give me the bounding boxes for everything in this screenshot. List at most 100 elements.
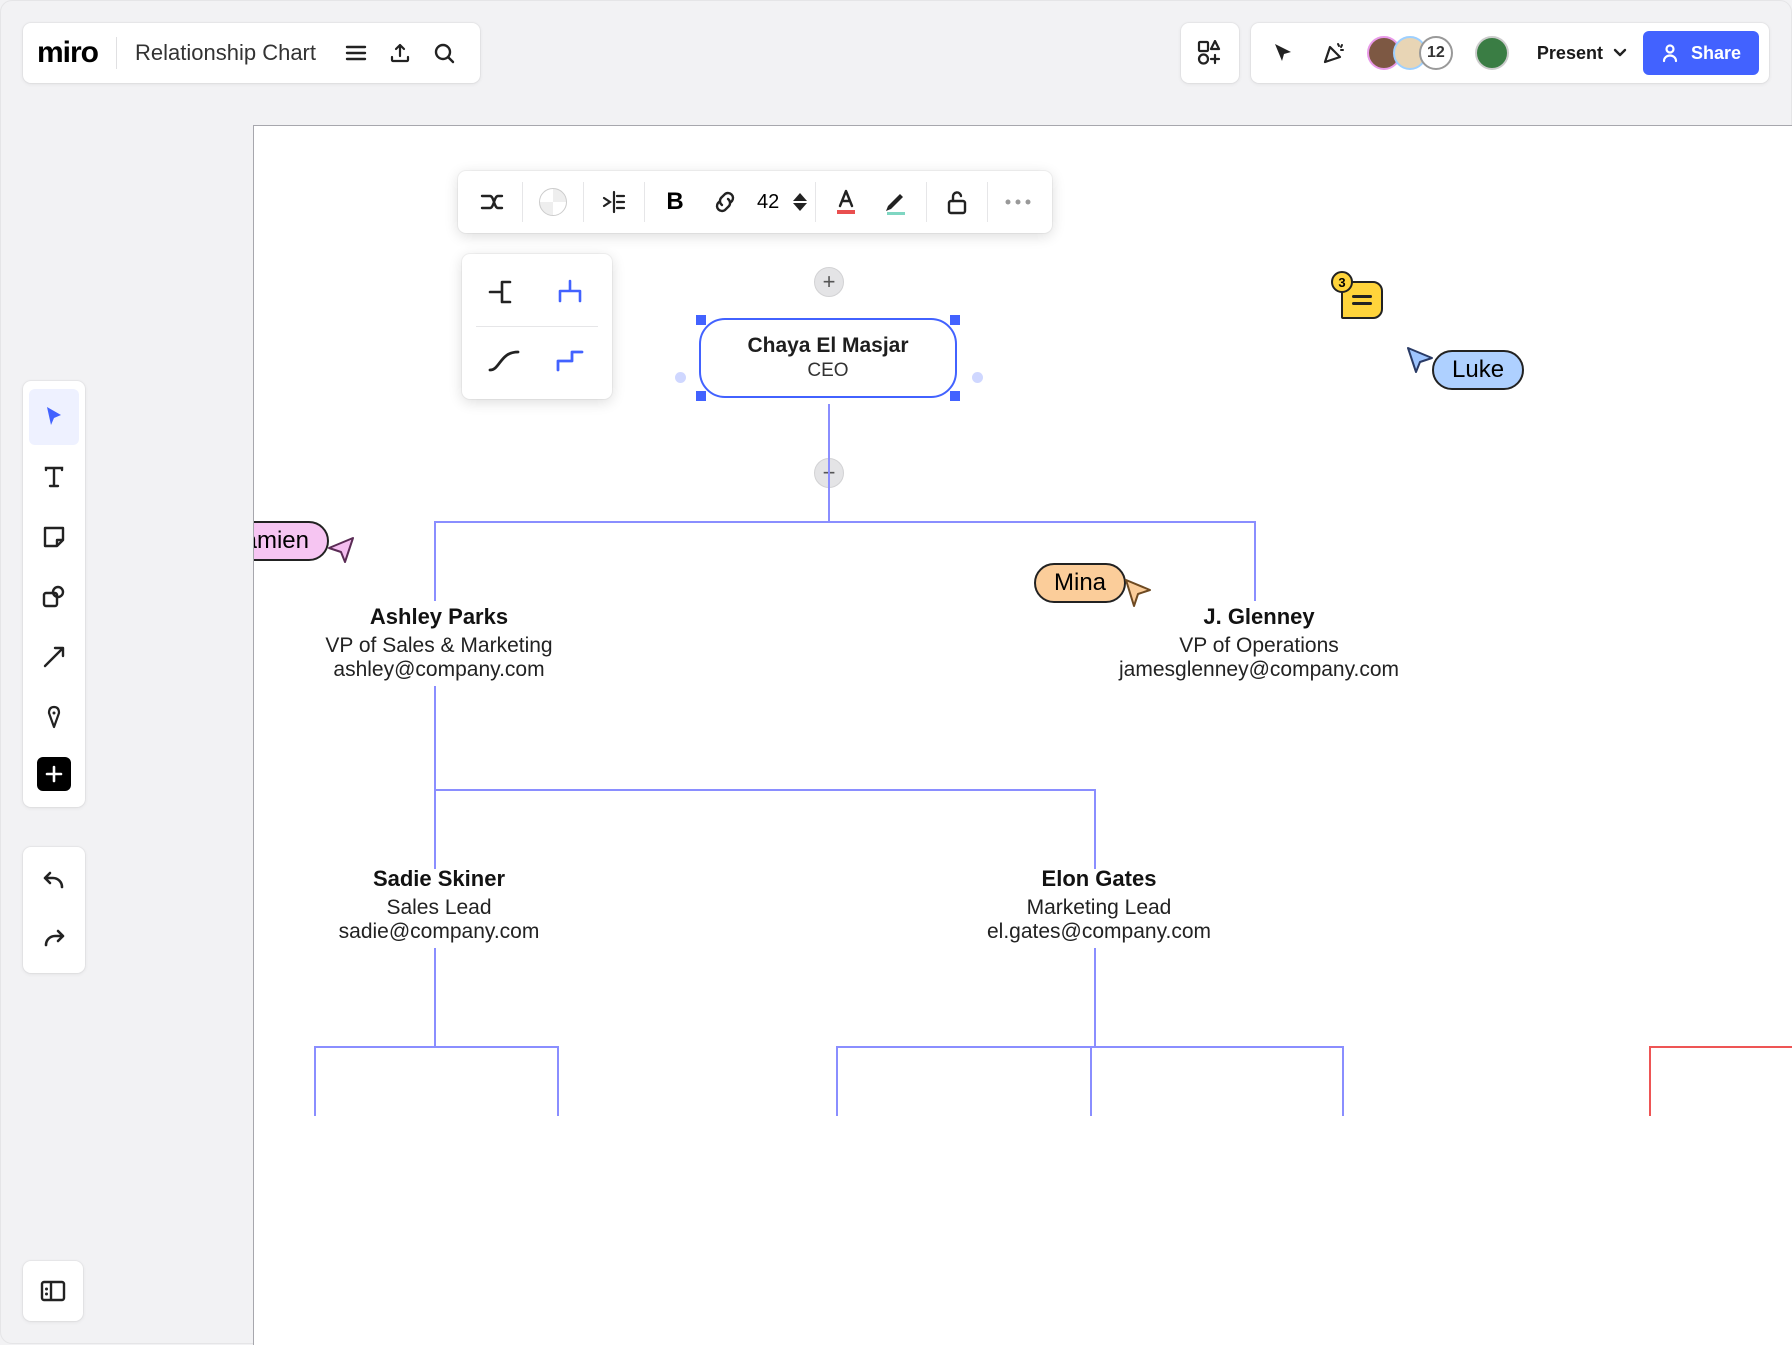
present-button[interactable]: Present [1523,31,1637,75]
node-email: el.gates@company.com [969,920,1229,944]
line-style-elbow[interactable] [548,343,592,379]
export-button[interactable] [378,31,422,75]
ctx-highlight-button[interactable] [874,180,918,224]
cursor-icon [41,404,67,430]
plus-icon [44,764,64,784]
line-style-horizontal-tree[interactable] [482,274,526,310]
frames-panel-button[interactable] [23,1261,83,1321]
tree-vertical-icon [552,277,588,307]
history-toolbar [23,847,85,973]
cursor-pointer-icon [1406,346,1434,376]
tool-pen[interactable] [29,689,79,745]
ctx-text-color-button[interactable] [824,180,868,224]
cursor-icon [1271,41,1295,65]
connector [314,1046,316,1116]
node-name: Mark [1714,866,1792,892]
tool-arrow[interactable] [29,629,79,685]
miro-logo[interactable]: miro [37,36,116,70]
cursor-label: Damien [254,521,329,561]
collaborator-avatars[interactable]: 12 [1367,36,1453,70]
search-button[interactable] [422,31,466,75]
node-role: Sales Lead [314,896,564,920]
node-ceo-selected[interactable]: Chaya El Masjar CEO [699,318,957,398]
cursor-label: Luke [1432,350,1524,390]
connector [557,1046,559,1116]
node-ashley[interactable]: Ashley Parks VP of Sales & Marketing ash… [314,604,564,682]
reactions-button[interactable] [1311,31,1355,75]
font-size-up[interactable] [793,193,807,201]
ctx-align-button[interactable] [592,180,636,224]
node-role: VP of Operations [1119,634,1399,658]
ctx-fill-button[interactable] [531,180,575,224]
context-toolbar: B 42 [458,171,1052,233]
present-label: Present [1537,43,1603,64]
tool-sticky[interactable] [29,509,79,565]
collaborator-cursor-luke: Luke [1406,350,1524,390]
ctx-bold-button[interactable]: B [653,180,697,224]
cursor-pointer-icon [327,536,355,566]
connector [434,789,1094,791]
line-style-vertical-tree[interactable] [548,274,592,310]
ctx-switch-type-button[interactable] [470,180,514,224]
connector [314,1046,559,1048]
undo-button[interactable] [29,853,79,909]
connector [1649,1046,1651,1116]
add-node-top[interactable]: + [814,267,844,297]
selection-handle[interactable] [696,315,706,325]
node-email: jamesglenney@company.com [1119,658,1399,682]
canvas-frame: Chaya El Masjar CEO + + Ashley Parks VP … [253,125,1792,1345]
node-mark[interactable]: Mark Head hr@comp [1714,866,1792,944]
avatar-overflow[interactable]: 12 [1419,36,1453,70]
apps-button[interactable] [1181,23,1239,83]
menu-button[interactable] [334,31,378,75]
cursor-follow-button[interactable] [1261,31,1305,75]
comment-thread[interactable]: 3 [1341,281,1383,319]
connection-handle[interactable] [675,372,686,383]
branch-icon [478,188,506,216]
node-sadie[interactable]: Sadie Skiner Sales Lead sadie@company.co… [314,866,564,944]
board-title[interactable]: Relationship Chart [121,40,334,66]
unlock-icon [945,189,969,215]
redo-icon [40,927,68,951]
collaborator-cursor-mina: Mina [1034,558,1152,608]
frames-icon [39,1277,67,1305]
header-right: 12 Present Share [1181,23,1769,83]
redo-button[interactable] [29,911,79,967]
line-style-curved[interactable] [482,343,526,379]
hamburger-icon [344,41,368,65]
connector [1094,789,1096,869]
connector [434,521,1254,523]
connector [1090,1046,1092,1116]
header-left: miro Relationship Chart [23,23,480,83]
tool-add[interactable] [37,757,71,791]
font-size-value[interactable]: 42 [753,191,783,214]
tool-shape[interactable] [29,569,79,625]
font-size-down[interactable] [793,203,807,211]
align-icon [600,188,628,216]
selection-handle[interactable] [950,391,960,401]
share-label: Share [1691,43,1741,64]
connector [828,404,830,522]
node-role: Head [1714,896,1792,920]
node-role: CEO [729,360,927,382]
connector [1649,1046,1792,1048]
font-size-stepper [793,193,807,211]
undo-icon [40,869,68,893]
tool-text[interactable] [29,449,79,505]
sticky-note-icon [41,524,67,550]
node-glenney[interactable]: J. Glenney VP of Operations jamesglenney… [1119,604,1399,682]
ctx-more-button[interactable] [996,180,1040,224]
share-button[interactable]: Share [1643,31,1759,75]
ctx-lock-button[interactable] [935,180,979,224]
cursor-pointer-icon [1124,578,1152,608]
node-name: Chaya El Masjar [729,334,927,358]
selection-handle[interactable] [950,315,960,325]
connection-handle[interactable] [972,372,983,383]
ctx-link-button[interactable] [703,180,747,224]
divider [116,37,117,69]
selection-handle[interactable] [696,391,706,401]
text-icon [41,464,67,490]
tool-select[interactable] [29,389,79,445]
node-elon[interactable]: Elon Gates Marketing Lead el.gates@compa… [969,866,1229,944]
current-user-avatar[interactable] [1475,36,1509,70]
